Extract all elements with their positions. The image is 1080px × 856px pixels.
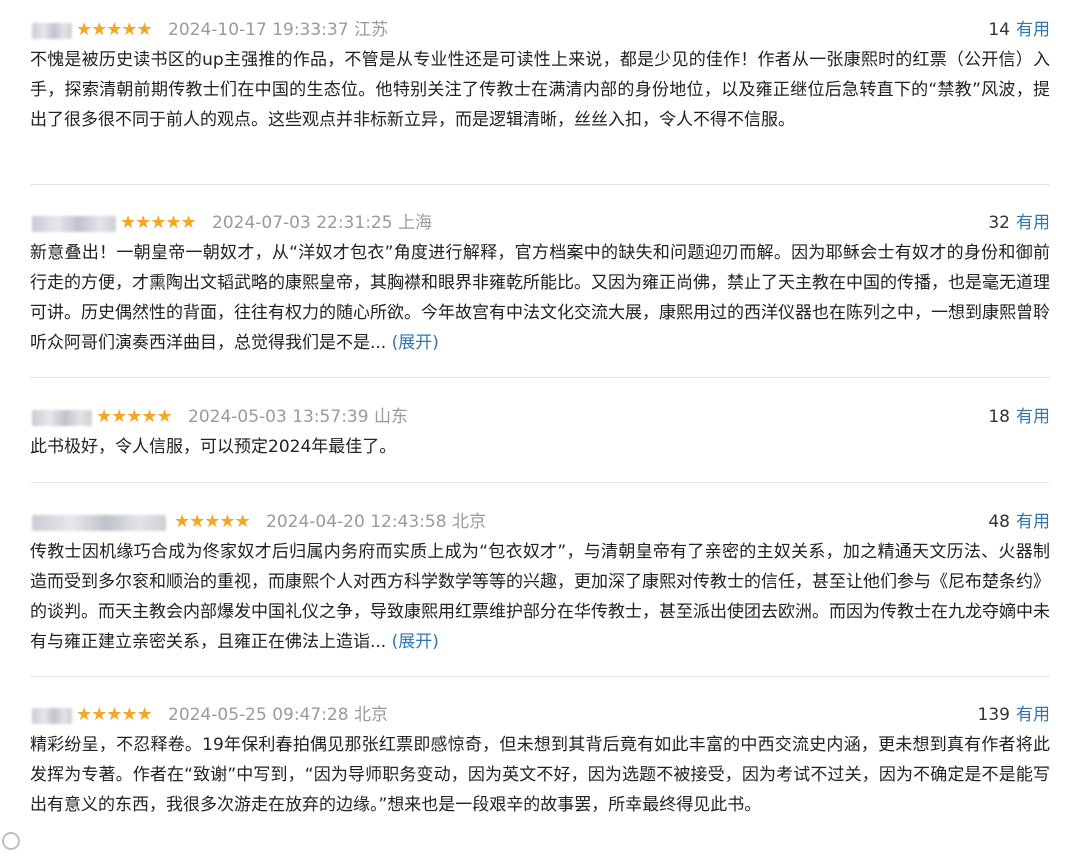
review-body: 新意叠出！一朝皇帝一朝奴才，从“洋奴才包衣”角度进行解释，官方档案中的缺失和问题… bbox=[30, 243, 1050, 353]
useful-button[interactable]: 有用 bbox=[1016, 512, 1050, 532]
review-meta: 2024-05-25 09:47:28 北京 bbox=[168, 705, 388, 725]
review-meta: 2024-10-17 19:33:37 江苏 bbox=[168, 20, 388, 40]
useful-button[interactable]: 有用 bbox=[1016, 213, 1050, 233]
useful-button[interactable]: 有用 bbox=[1016, 20, 1050, 40]
review-text: 不愧是被历史读书区的up主强推的作品，不管是从专业性还是可读性上来说，都是少见的… bbox=[30, 45, 1050, 135]
watermark-logo-icon bbox=[2, 831, 20, 850]
review-item: ★★★★★ 2024-05-03 13:57:39 山东 18 有用 此书极好，令… bbox=[30, 403, 1050, 462]
blurred-username[interactable] bbox=[32, 23, 72, 39]
star-rating-icon: ★★★★★ bbox=[120, 212, 197, 233]
review-datetime: 2024-05-03 13:57:39 bbox=[188, 407, 369, 427]
expand-link[interactable]: (展开) bbox=[392, 333, 439, 353]
review-datetime: 2024-05-25 09:47:28 bbox=[168, 705, 349, 725]
blurred-username[interactable] bbox=[32, 410, 92, 426]
review-divider bbox=[30, 377, 1050, 378]
useful-button[interactable]: 有用 bbox=[1016, 705, 1050, 725]
blurred-username[interactable] bbox=[32, 708, 72, 724]
review-list: ★★★★★ 2024-10-17 19:33:37 江苏 14 有用 不愧是被历史… bbox=[0, 0, 1080, 856]
review-body: 此书极好，令人信服，可以预定2024年最佳了。 bbox=[30, 437, 397, 457]
watermark bbox=[2, 826, 152, 854]
blurred-username[interactable] bbox=[32, 216, 116, 232]
review-header: ★★★★★ 2024-04-20 12:43:58 北京 48 有用 bbox=[30, 508, 1050, 536]
review-location: 北京 bbox=[451, 512, 486, 532]
review-text: 传教士因机缘巧合成为佟家奴才后归属内务府而实质上成为“包衣奴才”，与清朝皇帝有了… bbox=[30, 537, 1050, 657]
useful-votes: 18 有用 bbox=[988, 407, 1050, 427]
review-body: 传教士因机缘巧合成为佟家奴才后归属内务府而实质上成为“包衣奴才”，与清朝皇帝有了… bbox=[30, 542, 1050, 652]
expand-link[interactable]: (展开) bbox=[392, 632, 439, 652]
review-text: 新意叠出！一朝皇帝一朝奴才，从“洋奴才包衣”角度进行解释，官方档案中的缺失和问题… bbox=[30, 238, 1050, 358]
review-datetime: 2024-07-03 22:31:25 bbox=[212, 213, 393, 233]
review-item: ★★★★★ 2024-07-03 22:31:25 上海 32 有用 新意叠出！一… bbox=[30, 209, 1050, 358]
review-datetime: 2024-04-20 12:43:58 bbox=[266, 512, 447, 532]
review-header: ★★★★★ 2024-05-03 13:57:39 山东 18 有用 bbox=[30, 403, 1050, 431]
useful-button[interactable]: 有用 bbox=[1016, 407, 1050, 427]
review-header: ★★★★★ 2024-10-17 19:33:37 江苏 14 有用 bbox=[30, 16, 1050, 44]
blurred-username[interactable] bbox=[32, 515, 166, 531]
star-rating-icon: ★★★★★ bbox=[174, 511, 251, 532]
review-text: 此书极好，令人信服，可以预定2024年最佳了。 bbox=[30, 432, 1050, 462]
review-body: 不愧是被历史读书区的up主强推的作品，不管是从专业性还是可读性上来说，都是少见的… bbox=[30, 50, 1050, 130]
vote-count: 48 bbox=[988, 512, 1010, 532]
review-meta: 2024-05-03 13:57:39 山东 bbox=[188, 407, 408, 427]
review-divider bbox=[30, 676, 1050, 677]
review-text: 精彩纷呈，不忍释卷。19年保利春拍偶见那张红票即感惊奇，但未想到其背后竟有如此丰… bbox=[30, 730, 1050, 820]
review-meta: 2024-07-03 22:31:25 上海 bbox=[212, 213, 432, 233]
review-location: 江苏 bbox=[353, 20, 388, 40]
useful-votes: 139 有用 bbox=[978, 705, 1050, 725]
review-location: 上海 bbox=[397, 213, 432, 233]
vote-count: 14 bbox=[988, 20, 1010, 40]
star-rating-icon: ★★★★★ bbox=[76, 19, 153, 40]
review-body: 精彩纷呈，不忍释卷。19年保利春拍偶见那张红票即感惊奇，但未想到其背后竟有如此丰… bbox=[30, 735, 1050, 815]
star-rating-icon: ★★★★★ bbox=[76, 704, 153, 725]
review-header: ★★★★★ 2024-05-25 09:47:28 北京 139 有用 bbox=[30, 701, 1050, 729]
useful-votes: 14 有用 bbox=[988, 20, 1050, 40]
review-datetime: 2024-10-17 19:33:37 bbox=[168, 20, 349, 40]
vote-count: 139 bbox=[977, 705, 1010, 725]
useful-votes: 32 有用 bbox=[988, 213, 1050, 233]
vote-count: 18 bbox=[988, 407, 1010, 427]
review-header: ★★★★★ 2024-07-03 22:31:25 上海 32 有用 bbox=[30, 209, 1050, 237]
review-item: ★★★★★ 2024-05-25 09:47:28 北京 139 有用 精彩纷呈，… bbox=[30, 701, 1050, 820]
useful-votes: 48 有用 bbox=[988, 512, 1050, 532]
review-item: ★★★★★ 2024-04-20 12:43:58 北京 48 有用 传教士因机缘… bbox=[30, 508, 1050, 657]
review-location: 山东 bbox=[373, 407, 408, 427]
star-rating-icon: ★★★★★ bbox=[96, 406, 173, 427]
review-item: ★★★★★ 2024-10-17 19:33:37 江苏 14 有用 不愧是被历史… bbox=[30, 16, 1050, 135]
review-location: 北京 bbox=[353, 705, 388, 725]
review-meta: 2024-04-20 12:43:58 北京 bbox=[266, 512, 486, 532]
vote-count: 32 bbox=[988, 213, 1010, 233]
review-divider bbox=[30, 184, 1050, 185]
review-divider bbox=[30, 482, 1050, 483]
